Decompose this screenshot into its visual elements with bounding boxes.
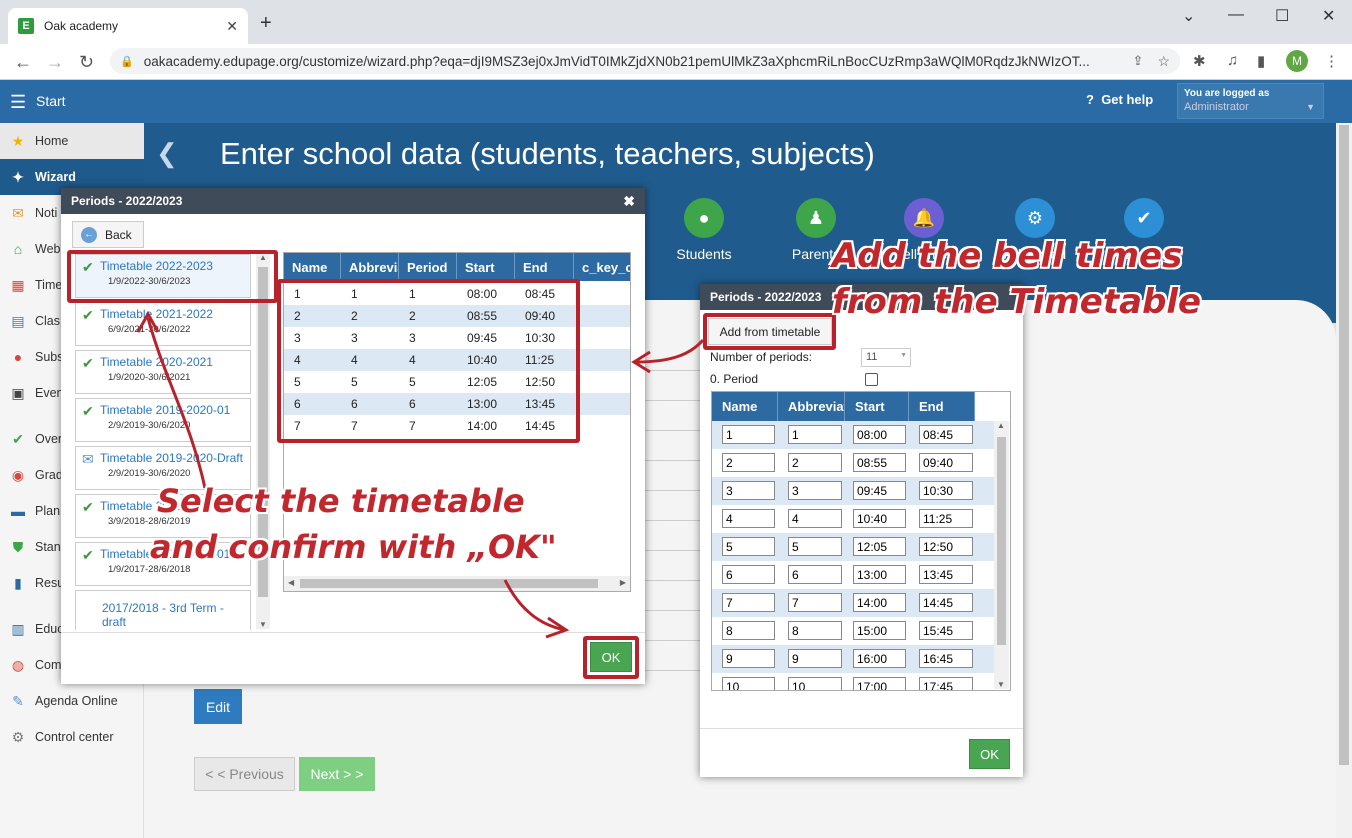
- annotation-confirm-ok: and confirm with „OK": [150, 528, 557, 566]
- annotation-arrows: [136, 310, 705, 639]
- annotation-from-timetable: from the Timetable: [832, 282, 1202, 322]
- annotation-select-timetable: Select the timetable: [157, 482, 525, 520]
- annotation-add-bell-times: Add the bell times: [832, 236, 1183, 276]
